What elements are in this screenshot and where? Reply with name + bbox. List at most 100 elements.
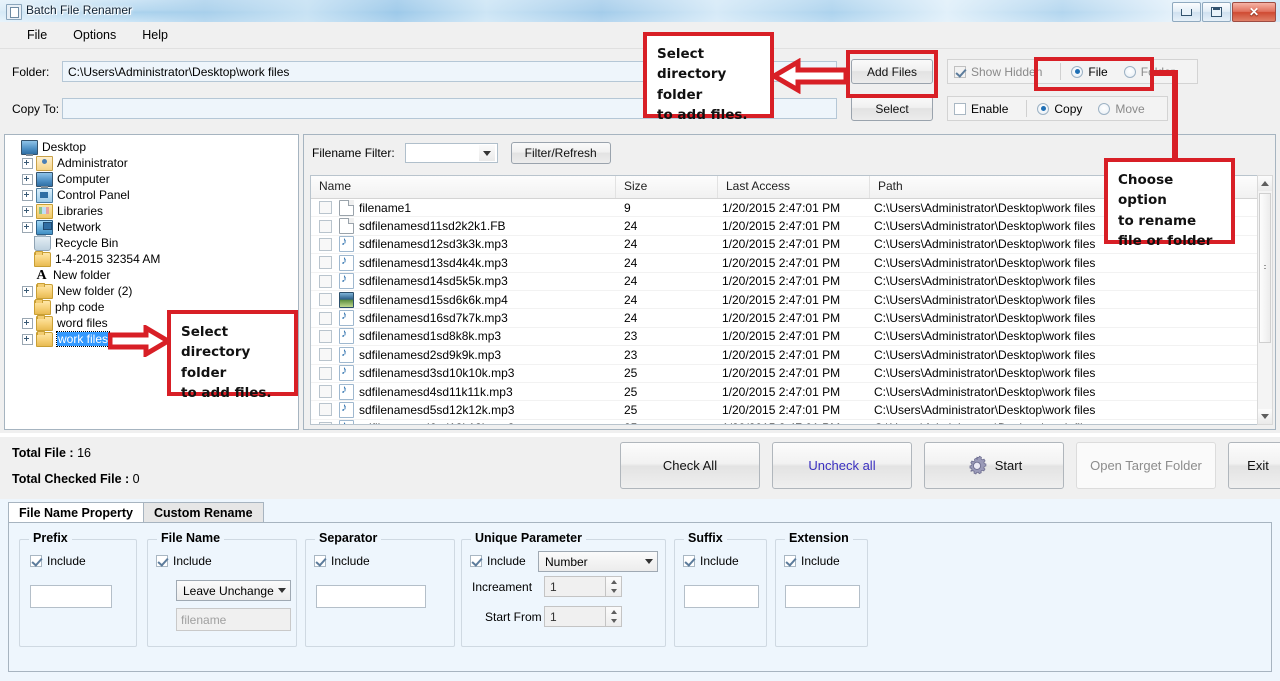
prefix-input[interactable]: [30, 585, 112, 608]
show-hidden-checkbox[interactable]: [954, 65, 966, 78]
expand-plus-icon[interactable]: [22, 221, 33, 233]
suffix-include-option[interactable]: Include: [683, 554, 739, 568]
separator-include-checkbox[interactable]: [314, 555, 326, 567]
enable-option[interactable]: Enable: [954, 102, 1008, 116]
row-checkbox[interactable]: [319, 348, 332, 362]
start-from-spin-buttons[interactable]: [605, 607, 621, 626]
menu-item-file[interactable]: File: [14, 24, 60, 46]
column-header-size[interactable]: Size: [616, 176, 718, 198]
increment-up-icon[interactable]: [606, 577, 621, 587]
filename-mode-dropdown[interactable]: Leave Unchange: [176, 580, 291, 601]
open-target-folder-button[interactable]: Open Target Folder: [1076, 442, 1216, 489]
row-checkbox[interactable]: [319, 219, 332, 233]
increment-stepper[interactable]: 1: [544, 576, 622, 597]
move-radio-option[interactable]: Move: [1098, 102, 1145, 116]
tree-node-new-folder[interactable]: A New folder: [9, 267, 298, 283]
row-checkbox[interactable]: [319, 256, 332, 270]
start-from-stepper[interactable]: 1: [544, 606, 622, 627]
scroll-up-icon[interactable]: [1258, 176, 1272, 191]
tree-node-new-folder-2[interactable]: New folder (2): [9, 282, 298, 299]
filename-include-option[interactable]: Include: [156, 554, 212, 568]
start-from-down-icon[interactable]: [606, 617, 621, 627]
file-radio-option[interactable]: File: [1071, 65, 1108, 79]
column-header-last-access[interactable]: Last Access: [718, 176, 870, 198]
table-row[interactable]: sdfilenamesd13sd4k4k.mp3 24 1/20/2015 2:47…: [311, 254, 1267, 273]
table-row[interactable]: sdfilenamesd14sd5k5k.mp3 24 1/20/2015 2:47…: [311, 273, 1267, 291]
expand-plus-icon[interactable]: [22, 205, 33, 217]
filename-filter-combo[interactable]: [404, 143, 498, 163]
row-checkbox[interactable]: [319, 329, 332, 343]
expand-plus-icon[interactable]: [22, 317, 33, 329]
tab-file-name-property[interactable]: File Name Property: [8, 502, 144, 523]
table-row[interactable]: sdfilenamesd4sd11k11k.mp3 25 1/20/2015 2:4…: [311, 383, 1267, 402]
select-button[interactable]: Select: [851, 96, 933, 121]
suffix-input[interactable]: [684, 585, 759, 608]
enable-checkbox[interactable]: [954, 102, 966, 115]
row-checkbox[interactable]: [319, 421, 332, 424]
extension-include-option[interactable]: Include: [784, 554, 840, 568]
expand-plus-icon[interactable]: [22, 285, 33, 297]
menu-item-help[interactable]: Help: [129, 24, 181, 46]
column-header-name[interactable]: Name: [311, 176, 616, 198]
tree-node-control-panel[interactable]: Control Panel: [9, 187, 298, 203]
row-checkbox[interactable]: [319, 201, 332, 215]
expand-plus-icon[interactable]: [22, 157, 33, 169]
row-checkbox[interactable]: [319, 403, 332, 417]
scroll-thumb[interactable]: [1259, 193, 1271, 343]
row-checkbox[interactable]: [319, 311, 332, 325]
expand-plus-icon[interactable]: [22, 333, 33, 345]
table-row[interactable]: sdfilenamesd16sd7k7k.mp3 24 1/20/2015 2:47…: [311, 309, 1267, 328]
chevron-down-icon[interactable]: [278, 581, 286, 600]
filename-placeholder-input[interactable]: filename: [176, 608, 291, 631]
separator-include-option[interactable]: Include: [314, 554, 370, 568]
add-files-button[interactable]: Add Files: [851, 59, 933, 84]
prefix-include-option[interactable]: Include: [30, 554, 86, 568]
tree-node-computer[interactable]: Computer: [9, 171, 298, 188]
separator-input[interactable]: [316, 585, 426, 608]
close-button[interactable]: ✕: [1232, 2, 1276, 22]
tab-custom-rename[interactable]: Custom Rename: [142, 502, 264, 523]
row-checkbox[interactable]: [319, 274, 332, 288]
row-checkbox[interactable]: [319, 237, 332, 251]
copy-radio[interactable]: [1037, 102, 1050, 115]
file-list-scrollbar[interactable]: [1257, 175, 1273, 425]
chevron-down-icon[interactable]: [645, 552, 653, 571]
unique-include-option[interactable]: Include: [470, 554, 526, 568]
uncheck-all-button[interactable]: Uncheck all: [772, 442, 912, 489]
show-hidden-option[interactable]: Show Hidden: [954, 65, 1042, 79]
unique-include-checkbox[interactable]: [470, 555, 482, 567]
prefix-include-checkbox[interactable]: [30, 555, 42, 567]
suffix-include-checkbox[interactable]: [683, 555, 695, 567]
tree-node-libraries[interactable]: Libraries: [9, 203, 298, 219]
chevron-down-icon[interactable]: [478, 145, 495, 161]
table-row[interactable]: sdfilenamesd1sd8k8k.mp3 23 1/20/2015 2:47:…: [311, 328, 1267, 347]
tree-node-1-4-2015-32354-am[interactable]: 1-4-2015 32354 AM: [9, 250, 298, 267]
move-radio[interactable]: [1098, 102, 1111, 115]
table-row[interactable]: sdfilenamesd2sd9k9k.mp3 23 1/20/2015 2:47:…: [311, 346, 1267, 365]
extension-input[interactable]: [785, 585, 860, 608]
increment-spin-buttons[interactable]: [605, 577, 621, 596]
extension-include-checkbox[interactable]: [784, 555, 796, 567]
exit-button[interactable]: Exit: [1228, 442, 1280, 489]
table-row[interactable]: sdfilenamesd6sd13k13k.mp3 251/20/2015 2:4…: [311, 420, 1267, 424]
maximize-button[interactable]: [1202, 2, 1231, 22]
tree-node-administrator[interactable]: Administrator: [9, 155, 298, 171]
row-checkbox[interactable]: [319, 366, 332, 380]
table-row[interactable]: sdfilenamesd5sd12k12k.mp3 25 1/20/2015 2:4…: [311, 401, 1267, 420]
filename-include-checkbox[interactable]: [156, 555, 168, 567]
increment-down-icon[interactable]: [606, 587, 621, 597]
table-row[interactable]: sdfilenamesd3sd10k10k.mp3 25 1/20/2015 2:4…: [311, 365, 1267, 383]
start-from-up-icon[interactable]: [606, 607, 621, 617]
tree-node-recycle-bin[interactable]: Recycle Bin: [9, 234, 298, 251]
menu-item-options[interactable]: Options: [60, 24, 129, 46]
scroll-down-icon[interactable]: [1258, 409, 1272, 424]
folder-radio[interactable]: [1123, 65, 1136, 78]
check-all-button[interactable]: Check All: [620, 442, 760, 489]
row-checkbox[interactable]: [319, 385, 332, 399]
expand-plus-icon[interactable]: [22, 189, 33, 201]
unique-type-dropdown[interactable]: Number: [538, 551, 658, 572]
minimize-button[interactable]: [1172, 2, 1201, 22]
copy-radio-option[interactable]: Copy: [1037, 102, 1082, 116]
start-button[interactable]: Start: [924, 442, 1064, 489]
file-radio[interactable]: [1071, 65, 1084, 78]
